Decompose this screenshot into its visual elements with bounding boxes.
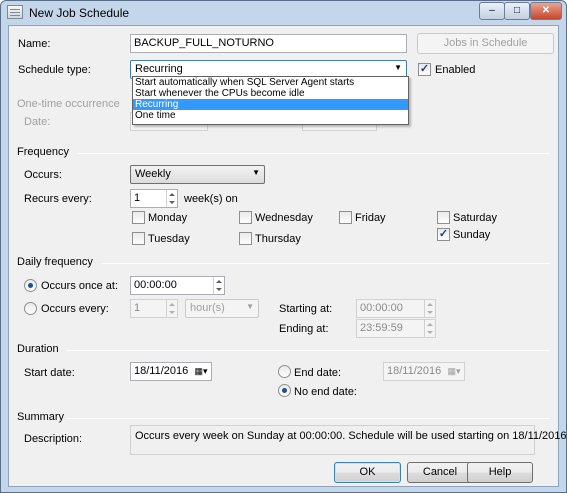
friday-label: Friday bbox=[355, 212, 386, 224]
dialog-window: New Job Schedule – □ ✕ Name: BACKUP_FULL… bbox=[0, 0, 567, 493]
cancel-button[interactable]: Cancel bbox=[407, 462, 473, 483]
no-end-date-radio[interactable] bbox=[278, 384, 291, 397]
summary-header: Summary bbox=[17, 411, 65, 423]
end-date-label: End date: bbox=[294, 367, 342, 379]
help-button[interactable]: Help bbox=[467, 462, 533, 483]
maximize-button[interactable]: □ bbox=[504, 2, 530, 20]
name-label: Name: bbox=[18, 38, 51, 50]
calendar-icon[interactable]: ▦▾ bbox=[444, 363, 464, 380]
occurs-value: Weekly bbox=[135, 168, 171, 180]
end-date-radio[interactable] bbox=[278, 365, 291, 378]
friday-checkbox[interactable] bbox=[339, 211, 352, 224]
recurs-every-label: Recurs every: bbox=[24, 193, 92, 205]
monday-checkbox[interactable] bbox=[132, 211, 145, 224]
no-end-date-label: No end date: bbox=[294, 386, 357, 398]
schedule-icon bbox=[7, 5, 23, 19]
starting-at-label: Starting at: bbox=[279, 303, 333, 315]
schedule-type-value: Recurring bbox=[135, 63, 183, 75]
recurs-every-value: 1 bbox=[134, 192, 141, 204]
description-value: Occurs every week on Sunday at 00:00:00.… bbox=[135, 430, 567, 442]
start-date-value: 18/11/2016 bbox=[134, 365, 189, 377]
close-button[interactable]: ✕ bbox=[530, 2, 562, 20]
occurs-every-label: Occurs every: bbox=[41, 303, 109, 315]
chevron-down-icon: ▼ bbox=[252, 168, 260, 177]
occurs-once-spinner[interactable] bbox=[213, 277, 224, 294]
description-text: Occurs every week on Sunday at 00:00:00.… bbox=[130, 425, 567, 455]
dialog-body: Name: BACKUP_FULL_NOTURNO Jobs in Schedu… bbox=[8, 25, 567, 487]
one-time-date-label: Date: bbox=[24, 116, 51, 128]
enabled-label: Enabled bbox=[435, 64, 476, 76]
dropdown-option-recurring[interactable]: Recurring bbox=[133, 99, 408, 110]
ending-at-label: Ending at: bbox=[279, 323, 329, 335]
schedule-type-dropdown[interactable]: Start automatically when SQL Server Agen… bbox=[132, 76, 409, 125]
recurs-unit-label: week(s) on bbox=[184, 193, 238, 205]
occurs-every-radio[interactable] bbox=[24, 302, 37, 315]
every-unit-value: hour(s) bbox=[190, 302, 225, 314]
tuesday-label: Tuesday bbox=[148, 233, 190, 245]
occurs-every-value: 1 bbox=[134, 302, 141, 314]
chevron-down-icon: ▼ bbox=[394, 63, 402, 72]
daily-divider bbox=[101, 263, 550, 264]
dropdown-option-cpu-idle[interactable]: Start whenever the CPUs become idle bbox=[133, 88, 408, 99]
recurs-every-spinner[interactable] bbox=[166, 190, 177, 207]
sunday-checkbox[interactable]: ✓ bbox=[437, 228, 450, 241]
minimize-button[interactable]: – bbox=[479, 2, 505, 20]
enabled-checkbox[interactable]: ✓ bbox=[418, 63, 431, 76]
description-label: Description: bbox=[24, 433, 83, 445]
daily-frequency-header: Daily frequency bbox=[17, 256, 93, 268]
tuesday-checkbox[interactable] bbox=[132, 232, 145, 245]
thursday-checkbox[interactable] bbox=[239, 232, 252, 245]
saturday-label: Saturday bbox=[453, 212, 498, 224]
monday-label: Monday bbox=[148, 212, 188, 224]
window-title: New Job Schedule bbox=[29, 6, 130, 20]
occurs-every-spinner[interactable] bbox=[166, 300, 177, 317]
chevron-down-icon: ▼ bbox=[246, 302, 254, 311]
saturday-checkbox[interactable] bbox=[437, 211, 450, 224]
frequency-header: Frequency bbox=[17, 146, 69, 158]
dropdown-option-agent-start[interactable]: Start automatically when SQL Server Agen… bbox=[133, 77, 408, 88]
occurs-once-input[interactable]: 00:00:00 bbox=[130, 276, 225, 295]
jobs-in-schedule-button[interactable]: Jobs in Schedule bbox=[417, 33, 554, 54]
thursday-label: Thursday bbox=[255, 233, 301, 245]
every-unit-select[interactable]: hour(s) ▼ bbox=[185, 299, 259, 318]
end-date-value: 18/11/2016 bbox=[387, 365, 442, 377]
duration-header: Duration bbox=[17, 343, 59, 355]
sunday-label: Sunday bbox=[453, 229, 491, 241]
dropdown-option-one-time[interactable]: One time bbox=[133, 110, 408, 121]
calendar-icon[interactable]: ▦▾ bbox=[191, 363, 211, 380]
occurs-label: Occurs: bbox=[24, 169, 62, 181]
start-date-label: Start date: bbox=[24, 367, 75, 379]
wednesday-label: Wednesday bbox=[255, 212, 313, 224]
one-time-header: One-time occurrence bbox=[17, 98, 120, 110]
occurs-once-radio[interactable] bbox=[24, 279, 37, 292]
starting-at-spinner[interactable] bbox=[424, 300, 435, 317]
ok-button[interactable]: OK bbox=[334, 462, 401, 483]
name-input[interactable]: BACKUP_FULL_NOTURNO bbox=[130, 34, 407, 53]
title-bar[interactable]: New Job Schedule – □ ✕ bbox=[1, 1, 566, 25]
ending-at-spinner[interactable] bbox=[424, 320, 435, 337]
occurs-once-value: 00:00:00 bbox=[134, 279, 177, 291]
frequency-divider bbox=[77, 153, 550, 154]
duration-divider bbox=[66, 350, 550, 351]
occurs-once-label: Occurs once at: bbox=[41, 280, 119, 292]
starting-at-value: 00:00:00 bbox=[360, 302, 403, 314]
occurs-select[interactable]: Weekly ▼ bbox=[130, 165, 265, 184]
summary-divider bbox=[66, 418, 550, 419]
schedule-type-label: Schedule type: bbox=[18, 64, 91, 76]
ending-at-value: 23:59:59 bbox=[360, 322, 403, 334]
wednesday-checkbox[interactable] bbox=[239, 211, 252, 224]
